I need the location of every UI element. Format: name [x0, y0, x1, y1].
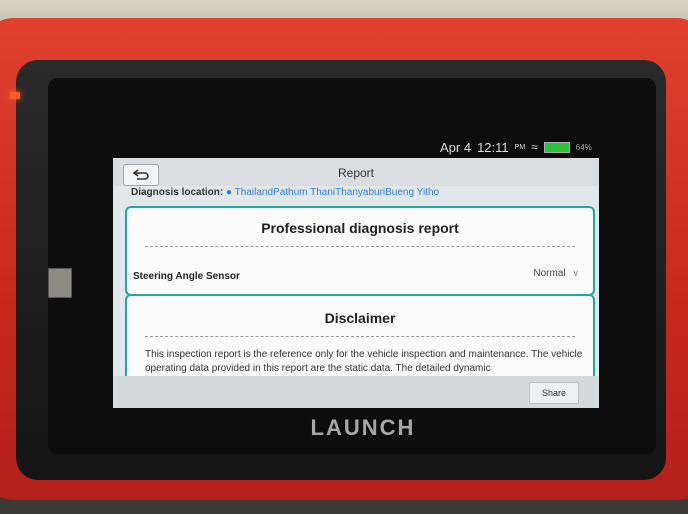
status-time: 12:11 [477, 139, 509, 155]
page-title: Report [337, 166, 375, 180]
power-led [10, 92, 20, 99]
location-pin-icon: ● [226, 187, 233, 198]
status-ampm: PM [514, 143, 526, 151]
battery-percent: 64% [575, 142, 592, 152]
diagnosis-report-card: Professional diagnosis report Steering A… [125, 206, 595, 296]
chevron-down-icon: ∨ [572, 268, 579, 278]
sensor-status-dropdown[interactable]: Normal ∨ [533, 268, 579, 279]
status-bar: Apr 4 12:11 PM ≈ 64% [440, 138, 592, 156]
diagnosis-location: Diagnosis location: ● ThailandPathum Tha… [131, 187, 439, 198]
title-bar: Report [113, 158, 599, 186]
report-screen: Report Diagnosis location: ● ThailandPat… [113, 158, 599, 408]
divider [145, 246, 575, 247]
bottom-bar: Share [113, 376, 599, 408]
status-date: Apr 4 [440, 139, 472, 155]
location-label: Diagnosis location: [131, 187, 224, 198]
location-value[interactable]: ThailandPathum ThaniThanyaburiBueng Yith… [235, 187, 439, 198]
launch-logo: LAUNCH [310, 415, 416, 440]
wifi-icon: ≈ [531, 140, 538, 154]
share-button[interactable]: Share [528, 382, 579, 404]
disclaimer-text: This inspection report is the reference … [145, 349, 583, 374]
sensor-name: Steering Angle Sensor [133, 271, 240, 282]
side-port [48, 268, 72, 298]
report-heading: Professional diagnosis report [261, 220, 459, 236]
divider [145, 336, 575, 337]
battery-icon [543, 141, 570, 153]
disclaimer-heading: Disclaimer [324, 310, 396, 326]
sensor-status-value: Normal [533, 268, 566, 279]
